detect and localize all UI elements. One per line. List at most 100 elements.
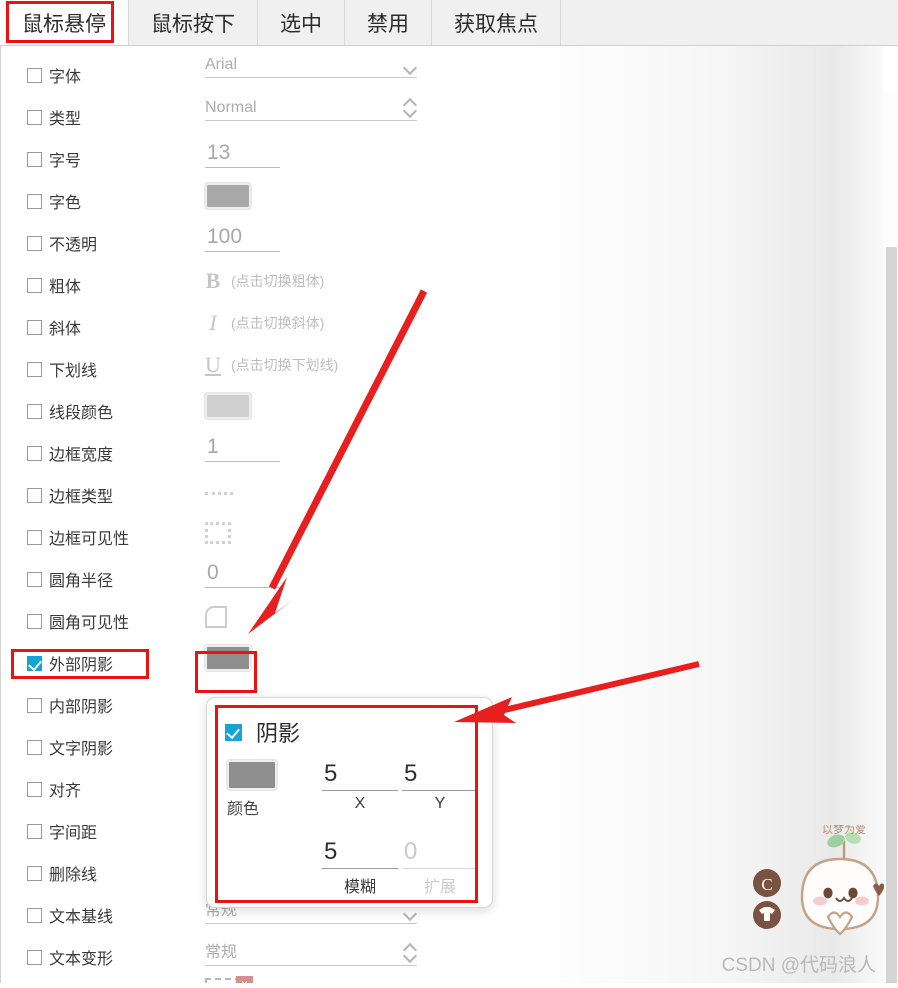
- dropdown[interactable]: Arial: [205, 56, 417, 78]
- property-checkbox-6[interactable]: 斜体: [27, 315, 81, 339]
- checkbox-unchecked[interactable]: [27, 193, 42, 209]
- property-control: [205, 486, 233, 500]
- checkbox-unchecked[interactable]: [27, 949, 42, 965]
- shadow-offset-x-value[interactable]: 5: [322, 760, 398, 790]
- property-checkbox-11[interactable]: 边框可见性: [27, 525, 129, 549]
- property-checkbox-17[interactable]: 对齐: [27, 777, 81, 801]
- property-row: 下划线 U (点击切换下划线): [1, 348, 461, 390]
- rounded-corner-icon[interactable]: [205, 606, 227, 628]
- number-input[interactable]: [205, 560, 280, 588]
- checkbox-unchecked[interactable]: [27, 739, 42, 755]
- property-checkbox-9[interactable]: 边框宽度: [27, 441, 113, 465]
- property-checkbox-18[interactable]: 字间距: [27, 819, 97, 843]
- property-checkbox-10[interactable]: 边框类型: [27, 483, 113, 507]
- dashed-line-icon[interactable]: [205, 486, 233, 500]
- dashed-box-icon[interactable]: [205, 522, 231, 544]
- image-drop-slot[interactable]: ×: [205, 976, 253, 983]
- spinner-arrows-icon[interactable]: [404, 98, 417, 116]
- color-swatch[interactable]: [205, 645, 251, 671]
- property-checkbox-16[interactable]: 文字阴影: [27, 735, 113, 759]
- chevron-down-icon[interactable]: [404, 63, 417, 71]
- checkbox-unchecked[interactable]: [27, 109, 42, 125]
- shadow-blur-value[interactable]: 5: [322, 838, 398, 868]
- bold-icon[interactable]: B: [205, 268, 221, 294]
- shadow-color-swatch[interactable]: [227, 760, 277, 790]
- spinner-input[interactable]: 常规: [205, 938, 417, 966]
- vertical-scrollbar-track[interactable]: [884, 92, 898, 983]
- shadow-blur-field[interactable]: 5 模糊: [322, 838, 398, 897]
- color-swatch[interactable]: [205, 183, 251, 209]
- property-checkbox-21[interactable]: 文本变形: [27, 945, 113, 969]
- shadow-offset-y-field[interactable]: 5 Y: [402, 760, 478, 813]
- property-checkbox-20[interactable]: 文本基线: [27, 903, 113, 927]
- tab-focused[interactable]: 获取焦点: [432, 0, 561, 45]
- checkbox-unchecked[interactable]: [27, 613, 42, 629]
- property-checkbox-3[interactable]: 字色: [27, 189, 81, 213]
- checkbox-unchecked[interactable]: [27, 319, 42, 335]
- checkbox-unchecked[interactable]: [27, 571, 42, 587]
- vertical-scrollbar-thumb[interactable]: [886, 247, 897, 983]
- shadow-editor-popup[interactable]: 阴影 颜色 5 X 5 Y 5 模糊 0 扩展: [206, 697, 493, 908]
- property-checkbox-8[interactable]: 线段颜色: [27, 399, 113, 423]
- italic-icon[interactable]: I: [205, 310, 221, 336]
- spinner-input[interactable]: Normal: [205, 98, 417, 121]
- property-checkbox-1[interactable]: 类型: [27, 105, 81, 129]
- property-label: 外部阴影: [49, 657, 114, 674]
- property-checkbox-7[interactable]: 下划线: [27, 357, 97, 381]
- property-checkbox-19[interactable]: 删除线: [27, 861, 97, 885]
- checkbox-unchecked[interactable]: [27, 277, 42, 293]
- shadow-offset-x-field[interactable]: 5 X: [322, 760, 398, 813]
- shadow-offset-y-value[interactable]: 5: [402, 760, 478, 790]
- property-checkbox-12[interactable]: 圆角半径: [27, 567, 113, 591]
- property-control: U (点击切换下划线): [205, 352, 338, 378]
- checkbox-unchecked[interactable]: [27, 781, 42, 797]
- shadow-color-picker[interactable]: 颜色: [227, 760, 277, 819]
- shadow-popup-header[interactable]: 阴影: [225, 716, 300, 748]
- color-swatch[interactable]: [205, 393, 251, 419]
- toggle-bold[interactable]: B (点击切换粗体): [205, 268, 325, 294]
- checkbox-unchecked[interactable]: [27, 697, 42, 713]
- property-checkbox-4[interactable]: 不透明: [27, 231, 97, 255]
- property-checkbox-14[interactable]: 外部阴影: [27, 651, 113, 675]
- svg-text:C: C: [761, 875, 772, 894]
- tab-label: 鼠标悬停: [22, 12, 106, 36]
- checkbox-unchecked[interactable]: [27, 907, 42, 923]
- toggle-underline[interactable]: U (点击切换下划线): [205, 352, 338, 378]
- checkbox-unchecked[interactable]: [27, 487, 42, 503]
- tab-disabled[interactable]: 禁用: [345, 0, 432, 45]
- property-row: 边框宽度: [1, 432, 461, 474]
- property-row: 边框类型: [1, 474, 461, 516]
- state-tabbar[interactable]: 鼠标悬停 鼠标按下 选中 禁用 获取焦点: [0, 0, 898, 46]
- number-input[interactable]: [205, 434, 280, 462]
- property-checkbox-15[interactable]: 内部阴影: [27, 693, 113, 717]
- chevron-down-icon[interactable]: [404, 909, 417, 917]
- checkbox-unchecked[interactable]: [27, 529, 42, 545]
- delete-image-icon[interactable]: ×: [236, 976, 253, 983]
- checkbox-unchecked[interactable]: [27, 445, 42, 461]
- checkbox-unchecked[interactable]: [27, 403, 42, 419]
- spinner-arrows-icon[interactable]: [404, 943, 417, 961]
- property-control: B (点击切换粗体): [205, 268, 325, 294]
- checkbox-unchecked[interactable]: [27, 235, 42, 251]
- property-row: 圆角可见性: [1, 600, 461, 642]
- property-control: [205, 522, 231, 544]
- shadow-enable-checkbox[interactable]: [225, 723, 242, 741]
- checkbox-unchecked[interactable]: [27, 823, 42, 839]
- checkbox-checked[interactable]: [27, 655, 42, 671]
- checkbox-unchecked[interactable]: [27, 865, 42, 881]
- toggle-italic[interactable]: I (点击切换斜体): [205, 310, 324, 336]
- property-checkbox-13[interactable]: 圆角可见性: [27, 609, 129, 633]
- tab-selected[interactable]: 选中: [258, 0, 345, 45]
- property-label: 粗体: [49, 279, 82, 296]
- number-input[interactable]: [205, 140, 280, 168]
- underline-icon[interactable]: U: [205, 352, 221, 378]
- checkbox-unchecked[interactable]: [27, 151, 42, 167]
- property-checkbox-2[interactable]: 字号: [27, 147, 81, 171]
- number-input[interactable]: [205, 224, 280, 252]
- tab-mouse-hover[interactable]: 鼠标悬停: [0, 0, 129, 45]
- tab-mouse-down[interactable]: 鼠标按下: [129, 0, 258, 45]
- property-checkbox-0[interactable]: 字体: [27, 63, 81, 87]
- property-checkbox-5[interactable]: 粗体: [27, 273, 81, 297]
- checkbox-unchecked[interactable]: [27, 361, 42, 377]
- checkbox-unchecked[interactable]: [27, 67, 42, 83]
